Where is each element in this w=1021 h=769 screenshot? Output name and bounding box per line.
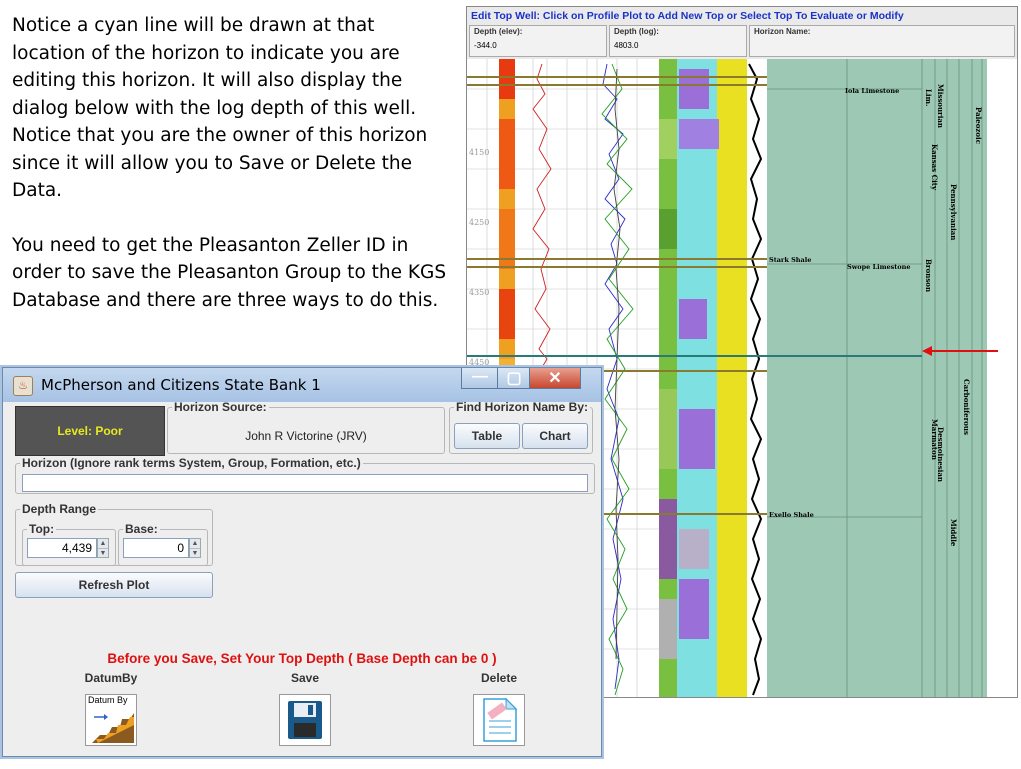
instruction-paragraph-2: You need to get the Pleasanton Zeller ID… bbox=[12, 234, 447, 311]
horizon-source-value: John R Victorine (JRV) bbox=[245, 429, 367, 443]
spinner-up-icon[interactable]: ▲ bbox=[98, 539, 108, 549]
save-button[interactable] bbox=[279, 694, 331, 746]
level-text: Level: Poor bbox=[57, 424, 123, 438]
spinner-down-icon[interactable]: ▼ bbox=[190, 549, 200, 558]
strat-label: Lim. bbox=[924, 89, 933, 106]
base-depth-group: Base: 0 ▲ ▼ bbox=[118, 522, 208, 566]
horizon-source-legend: Horizon Source: bbox=[174, 400, 267, 414]
instruction-text: Notice a cyan line will be drawn at that… bbox=[12, 12, 452, 341]
depth-tick: 4150 bbox=[469, 148, 489, 157]
top-label: Exello Shale bbox=[769, 511, 814, 519]
log-panel-header: Edit Top Well: Click on Profile Plot to … bbox=[467, 7, 1017, 60]
delete-label: Delete bbox=[480, 671, 518, 685]
depth-tick: 4250 bbox=[469, 218, 489, 227]
red-pointer-arrow bbox=[922, 346, 998, 356]
strat-label: Kansas City bbox=[930, 144, 939, 191]
horizon-legend: Horizon (Ignore rank terms System, Group… bbox=[22, 456, 361, 470]
base-depth-input[interactable]: 0 bbox=[123, 538, 189, 558]
strat-label: Missourian bbox=[936, 84, 945, 128]
depth-elev-field: Depth (elev): -344.0 bbox=[469, 25, 607, 57]
datumby-label: DatumBy bbox=[84, 671, 138, 685]
lithology-column bbox=[659, 59, 767, 697]
horizon-dialog: ♨ McPherson and Citizens State Bank 1 — … bbox=[2, 367, 602, 757]
close-button[interactable]: ✕ bbox=[529, 368, 581, 389]
top-depth-group: Top: 4,439 ▲ ▼ bbox=[22, 522, 116, 566]
base-depth-spinner[interactable]: ▲ ▼ bbox=[189, 538, 201, 558]
top-depth-input[interactable]: 4,439 bbox=[27, 538, 97, 558]
top-depth-legend: Top: bbox=[29, 522, 55, 536]
refresh-plot-button[interactable]: Refresh Plot bbox=[15, 572, 213, 598]
top-depth-spinner[interactable]: ▲ ▼ bbox=[97, 538, 109, 558]
top-label: Swope Limestone bbox=[847, 263, 910, 271]
horizon-name-field: Horizon Name: bbox=[749, 25, 1015, 57]
depth-elev-value: -344.0 bbox=[474, 41, 497, 50]
depth-log-label: Depth (log): bbox=[614, 27, 659, 36]
instruction-paragraph-1: Notice a cyan line will be drawn at that… bbox=[12, 15, 428, 201]
log-panel-title: Edit Top Well: Click on Profile Plot to … bbox=[471, 10, 904, 22]
strat-label: Middle bbox=[949, 519, 958, 547]
depth-log-field: Depth (log): 4803.0 bbox=[609, 25, 747, 57]
table-button[interactable]: Table bbox=[454, 423, 520, 449]
spinner-down-icon[interactable]: ▼ bbox=[98, 549, 108, 558]
depth-tick: 4350 bbox=[469, 288, 489, 297]
depth-log-value: 4803.0 bbox=[614, 41, 639, 50]
save-warning: Before you Save, Set Your Top Depth ( Ba… bbox=[107, 651, 497, 666]
strat-label: Marmaton bbox=[930, 419, 939, 460]
depth-range-legend: Depth Range bbox=[22, 502, 97, 516]
datumby-button[interactable]: Datum By bbox=[85, 694, 137, 746]
depth-tick: 4450 bbox=[469, 358, 489, 367]
horizon-input[interactable] bbox=[22, 474, 588, 492]
minimize-icon: — bbox=[472, 368, 488, 385]
horizon-group: Horizon (Ignore rank terms System, Group… bbox=[15, 456, 595, 494]
dialog-titlebar[interactable]: ♨ McPherson and Citizens State Bank 1 — … bbox=[3, 368, 601, 402]
maximize-icon: ▢ bbox=[506, 370, 522, 387]
chart-button[interactable]: Chart bbox=[522, 423, 588, 449]
horizon-source-group: Horizon Source: John R Victorine (JRV) bbox=[167, 400, 445, 454]
top-label: Iola Limestone bbox=[845, 87, 899, 95]
floppy-disk-icon bbox=[288, 701, 322, 739]
minimize-button[interactable]: — bbox=[461, 368, 499, 389]
delete-document-icon bbox=[483, 697, 518, 742]
strat-label: Carboniferous bbox=[962, 379, 971, 435]
find-horizon-legend: Find Horizon Name By: bbox=[456, 400, 589, 414]
delete-button[interactable] bbox=[473, 694, 525, 746]
strat-label: Bronson bbox=[924, 259, 933, 292]
save-label: Save bbox=[290, 671, 320, 685]
stratigraphic-track bbox=[767, 59, 987, 697]
strat-label: Paleozoic bbox=[974, 107, 983, 144]
base-depth-legend: Base: bbox=[125, 522, 158, 536]
level-indicator: Level: Poor bbox=[15, 406, 165, 456]
java-app-icon: ♨ bbox=[13, 376, 33, 396]
datum-by-icon bbox=[92, 713, 134, 743]
maximize-button[interactable]: ▢ bbox=[497, 368, 531, 389]
depth-elev-label: Depth (elev): bbox=[474, 27, 523, 36]
close-icon: ✕ bbox=[548, 370, 562, 387]
strat-label: Pennsylvanian bbox=[949, 184, 958, 240]
top-label: Stark Shale bbox=[769, 256, 811, 264]
spinner-up-icon[interactable]: ▲ bbox=[190, 539, 200, 549]
find-horizon-group: Find Horizon Name By: Table Chart bbox=[449, 400, 593, 454]
depth-range-group: Depth Range Top: 4,439 ▲ ▼ Base: 0 ▲ ▼ bbox=[15, 502, 213, 566]
horizon-name-label: Horizon Name: bbox=[754, 27, 811, 36]
dialog-title: McPherson and Citizens State Bank 1 bbox=[41, 376, 321, 394]
